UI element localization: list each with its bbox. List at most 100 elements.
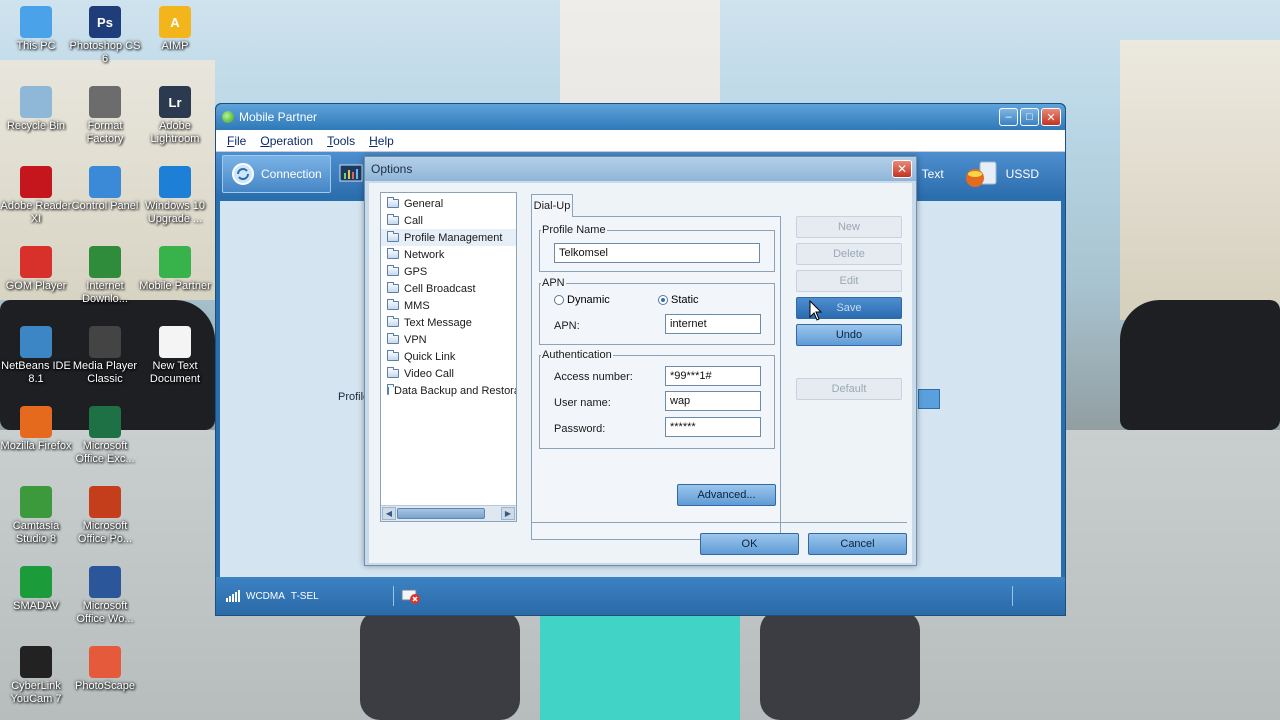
tree-item[interactable]: Data Backup and Restora (381, 382, 516, 399)
tree-item[interactable]: Quick Link (381, 348, 516, 365)
toolbar-ussd[interactable]: USSD (956, 154, 1047, 194)
desktop-shortcut[interactable]: PhotoScape (69, 646, 141, 693)
folder-icon (387, 265, 399, 276)
desktop-shortcut-label: Control Panel (71, 200, 139, 212)
desktop-shortcut[interactable]: Ps Photoshop CS 6 (69, 6, 141, 66)
network-type: WCDMA (246, 590, 285, 602)
menu-help[interactable]: Help (364, 134, 399, 148)
mobile-partner-app-icon (222, 111, 234, 123)
desktop-shortcut-label: PhotoScape (75, 680, 135, 692)
options-close-button[interactable]: ✕ (892, 160, 912, 178)
tree-item[interactable]: Call (381, 212, 516, 229)
firefox-icon (20, 406, 52, 438)
desktop-shortcut[interactable]: NetBeans IDE 8.1 (0, 326, 72, 386)
background-teal (540, 600, 740, 720)
camtasia-icon (20, 486, 52, 518)
desktop-shortcut[interactable]: GOM Player (0, 246, 72, 293)
desktop-shortcut[interactable]: Microsoft Office Po... (69, 486, 141, 546)
options-title-bar[interactable]: Options (365, 157, 916, 181)
tree-item[interactable]: Network (381, 246, 516, 263)
scroll-left-icon[interactable]: ◀ (382, 507, 396, 520)
folder-icon (387, 367, 399, 378)
maximize-button[interactable]: □ (1020, 108, 1039, 126)
desktop-shortcut[interactable]: Microsoft Office Exc... (69, 406, 141, 466)
apn-dynamic-label: Dynamic (567, 294, 610, 306)
undo-button[interactable]: Undo (796, 324, 902, 346)
desktop-shortcut[interactable]: Mozilla Firefox (0, 406, 72, 453)
tree-item[interactable]: VPN (381, 331, 516, 348)
minimize-button[interactable]: – (999, 108, 1018, 126)
desktop-shortcut-label: SMADAV (13, 600, 59, 612)
desktop-shortcut[interactable]: Media Player Classic (69, 326, 141, 386)
default-button[interactable]: Default (796, 378, 902, 400)
radio-unchecked-icon (554, 295, 564, 305)
desktop-shortcut[interactable]: This PC (0, 6, 72, 53)
desktop-shortcut[interactable]: SMADAV (0, 566, 72, 613)
access-number-input[interactable]: *99***1# (665, 366, 761, 386)
desktop-shortcut[interactable]: Format Factory (69, 86, 141, 146)
folder-icon (387, 350, 399, 361)
tab-dial-up[interactable]: Dial-Up (531, 194, 573, 217)
dialog-separator (531, 522, 907, 523)
advanced-button[interactable]: Advanced... (677, 484, 776, 506)
scroll-right-icon[interactable]: ▶ (501, 507, 515, 520)
main-title-bar[interactable]: Mobile Partner (216, 104, 1065, 130)
desktop-shortcut[interactable]: Camtasia Studio 8 (0, 486, 72, 546)
text-document-icon (159, 326, 191, 358)
toolbar-connection-label: Connection (261, 167, 322, 181)
close-button[interactable]: ✕ (1041, 108, 1061, 126)
desktop-shortcut[interactable]: Control Panel (69, 166, 141, 213)
apn-static-radio[interactable]: Static (658, 294, 699, 306)
background-figure-left (360, 610, 520, 720)
menu-tools[interactable]: Tools (322, 134, 360, 148)
menu-operation[interactable]: Operation (255, 134, 318, 148)
desktop-shortcut[interactable]: New Text Document (139, 326, 211, 386)
tree-item[interactable]: Cell Broadcast (381, 280, 516, 297)
tree-item[interactable]: Profile Management (381, 229, 516, 246)
profile-name-input[interactable]: Telkomsel (554, 243, 760, 263)
desktop-shortcut[interactable]: Internet Downlo... (69, 246, 141, 306)
desktop-shortcut[interactable]: Windows 10 Upgrade ... (139, 166, 211, 226)
desktop-shortcut[interactable]: Mobile Partner (139, 246, 211, 293)
tree-item[interactable]: General (381, 195, 516, 212)
tree-item-label: Data Backup and Restora (394, 384, 517, 397)
word-icon (89, 566, 121, 598)
desktop-shortcut[interactable]: A AIMP (139, 6, 211, 53)
apn-input[interactable]: internet (665, 314, 761, 334)
password-label: Password: (554, 423, 606, 435)
ussd-icon (965, 161, 997, 187)
edit-button[interactable]: Edit (796, 270, 902, 292)
photoshop-icon: Ps (89, 6, 121, 38)
desktop-shortcut[interactable]: Microsoft Office Wo... (69, 566, 141, 626)
windows-upgrade-icon (159, 166, 191, 198)
user-name-input[interactable]: wap (665, 391, 761, 411)
desktop-shortcut[interactable]: Recycle Bin (0, 86, 72, 133)
delete-button[interactable]: Delete (796, 243, 902, 265)
tree-item[interactable]: Text Message (381, 314, 516, 331)
desktop-shortcut[interactable]: Adobe Reader XI (0, 166, 72, 226)
folder-icon (387, 248, 399, 259)
cancel-button[interactable]: Cancel (808, 533, 907, 555)
desktop-shortcut[interactable]: Lr Adobe Lightroom (139, 86, 211, 146)
tree-horizontal-scrollbar[interactable]: ◀ ▶ (381, 505, 516, 521)
menu-file[interactable]: File (222, 134, 251, 148)
tree-item[interactable]: GPS (381, 263, 516, 280)
toolbar-connection[interactable]: Connection (222, 155, 331, 193)
desktop-shortcut-label: This PC (16, 40, 56, 52)
scroll-thumb[interactable] (397, 508, 485, 519)
apn-dynamic-radio[interactable]: Dynamic (554, 294, 610, 306)
desktop-shortcut[interactable]: CyberLink YouCam 7 (0, 646, 72, 706)
tree-item[interactable]: MMS (381, 297, 516, 314)
tree-item[interactable]: Video Call (381, 365, 516, 382)
aimp-icon: A (159, 6, 191, 38)
toolbar-text[interactable]: Text (914, 161, 952, 187)
adobe-reader-icon (20, 166, 52, 198)
ok-button[interactable]: OK (700, 533, 799, 555)
folder-icon (387, 231, 399, 242)
tree-item-label: Network (404, 248, 445, 261)
new-button[interactable]: New (796, 216, 902, 238)
control-panel-icon (89, 166, 121, 198)
profile-dropdown[interactable] (918, 389, 940, 409)
folder-icon (387, 197, 399, 208)
password-input[interactable]: ****** (665, 417, 761, 437)
